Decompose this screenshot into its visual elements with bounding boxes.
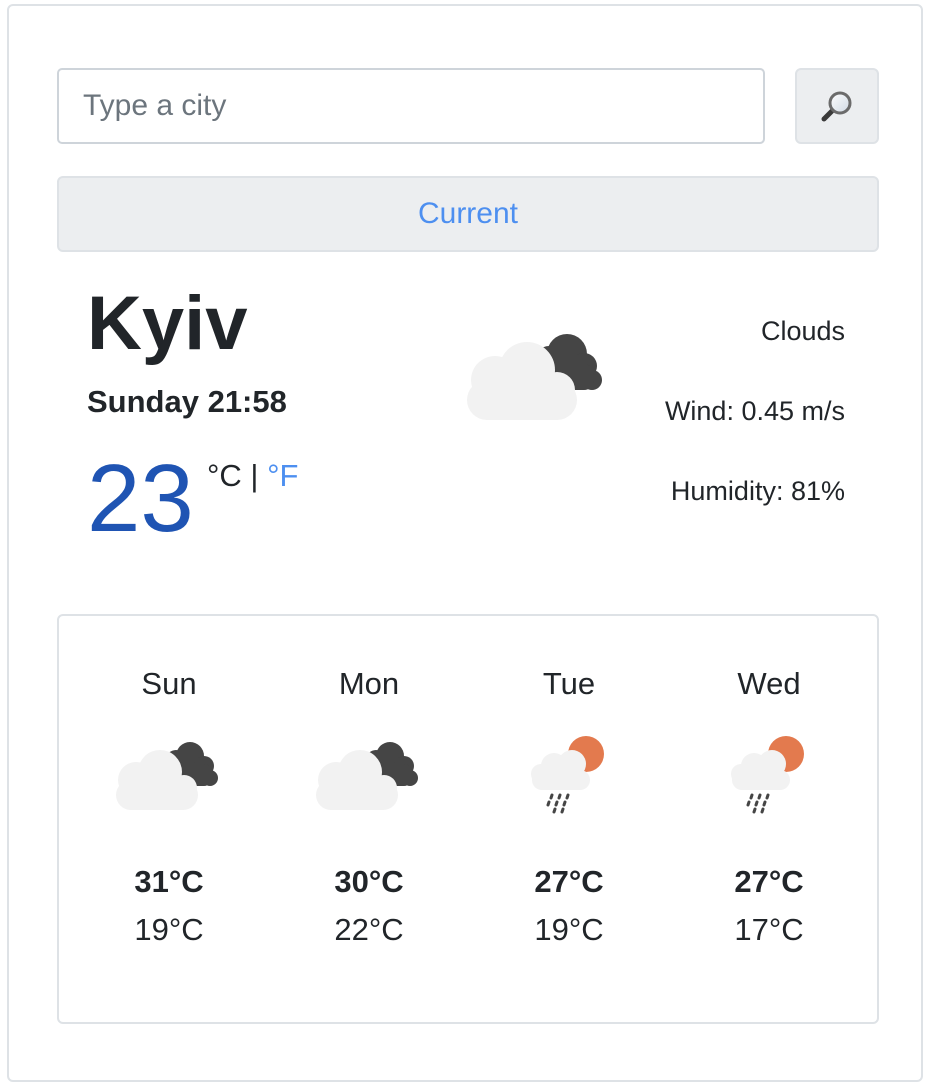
forecast-day: Mon 30°C 22°C <box>269 616 469 1022</box>
forecast-day: Tue 27°C 19°C <box>469 616 669 1022</box>
forecast-min-temp: 17°C <box>734 912 804 947</box>
forecast-day-name: Wed <box>737 666 801 701</box>
unit-switcher: °C | °F <box>207 458 298 494</box>
forecast-max-temp: 31°C <box>134 864 204 899</box>
clouds-icon <box>316 742 418 810</box>
forecast-max-temp: 30°C <box>334 864 404 899</box>
city-name: Kyiv <box>87 281 248 366</box>
forecast-min-temp: 19°C <box>534 912 604 947</box>
rain-sun-icon <box>531 736 604 814</box>
rain-sun-icon <box>731 736 804 814</box>
city-search-input[interactable] <box>57 68 765 144</box>
search-button[interactable] <box>795 68 879 144</box>
current-location-button[interactable]: Current <box>57 176 879 252</box>
unit-separator: | <box>241 458 268 493</box>
weather-app: Current Kyiv Sunday 21:58 23 °C | °F Clo… <box>7 4 923 1082</box>
forecast-day-name: Sun <box>141 666 197 701</box>
forecast-max-temp: 27°C <box>734 864 804 899</box>
forecast-day-name: Mon <box>338 666 400 701</box>
wind-speed: Wind: 0.45 m/s <box>664 396 845 426</box>
forecast-day: Wed 27°C 17°C <box>669 616 869 1022</box>
current-temperature: 23 <box>87 445 194 552</box>
forecast-max-temp: 27°C <box>534 864 604 899</box>
clouds-icon <box>467 334 602 420</box>
clouds-icon <box>116 742 218 810</box>
celsius-unit: °C <box>207 458 242 493</box>
magnifier-icon <box>821 91 852 122</box>
humidity: Humidity: 81% <box>670 476 845 506</box>
forecast-day-name: Tue <box>542 666 596 701</box>
forecast-min-temp: 19°C <box>134 912 204 947</box>
forecast-day: Sun 31°C 19°C <box>69 616 269 1022</box>
date-time: Sunday 21:58 <box>87 384 287 419</box>
forecast-min-temp: 22°C <box>334 912 404 947</box>
fahrenheit-link[interactable]: °F <box>267 458 298 493</box>
weather-description: Clouds <box>760 316 845 346</box>
forecast-panel: Sun 31°C 19°C Mon 30°C 22°C Tue 27°C 19°… <box>57 614 879 1024</box>
